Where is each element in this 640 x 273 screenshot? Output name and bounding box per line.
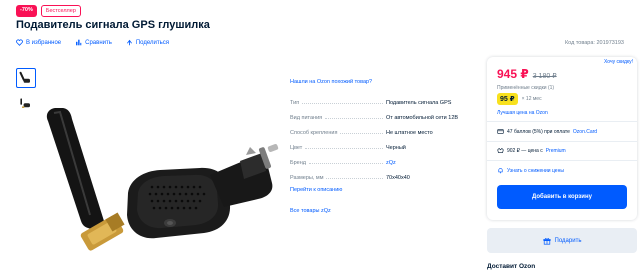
old-price: 3 180 ₽ — [532, 73, 557, 80]
spec-value: От автомобильной сети 12В — [386, 114, 459, 121]
bell-icon — [498, 168, 503, 174]
spec-key: Тип — [290, 100, 386, 106]
spec-key: Цвет — [290, 145, 386, 151]
spec-row-mount: Способ крепления Не штатное место — [290, 125, 462, 140]
product-title: Подавитель сигнала GPS глушилка — [16, 19, 210, 31]
specs-table: Тип Подавитель сигнала GPS Вид питания О… — [290, 95, 462, 185]
badges: -70% Бестселлер — [16, 5, 81, 17]
premium-icon — [497, 147, 504, 153]
ozon-card-link[interactable]: Ozon.Card — [573, 129, 597, 135]
spec-row-power: Вид питания От автомобильной сети 12В — [290, 110, 462, 125]
bonus-row: 47 баллов (5%) при оплате Ozon.Card — [497, 128, 597, 135]
product-main-image[interactable] — [40, 75, 280, 273]
gift-label: Подарить — [554, 237, 582, 244]
card-price-row: 95 ₽ × 12 мес — [497, 93, 542, 105]
spec-key: Размеры, мм — [290, 175, 386, 181]
notify-price-drop: Узнать о снижении цены — [507, 167, 564, 174]
compare-button[interactable]: Сравнить — [75, 39, 112, 46]
divider — [487, 141, 637, 142]
share-label: Поделиться — [135, 39, 169, 46]
share-button[interactable]: Поделиться — [126, 39, 169, 46]
spec-row-brand: Бренд zQz — [290, 155, 462, 170]
applied-discounts[interactable]: Применённые скидки (1) — [497, 85, 554, 91]
heart-icon — [16, 39, 23, 46]
favorite-label: В избранное — [26, 39, 62, 46]
want-discount-link[interactable]: Хочу скидку! — [604, 59, 633, 65]
jammer-thumbnail-image — [19, 71, 30, 83]
notify-row[interactable]: Узнать о снижении цены — [497, 167, 564, 174]
divider — [487, 160, 637, 161]
all-brand-goods-link[interactable]: Все товары zQz — [290, 208, 331, 214]
bonus-card-icon — [497, 129, 504, 134]
spec-row-type: Тип Подавитель сигнала GPS — [290, 95, 462, 110]
thumbnail-2[interactable] — [16, 94, 36, 114]
spec-value: Не штатное место — [386, 129, 433, 136]
spec-value: Подавитель сигнала GPS — [386, 99, 452, 106]
premium-text: 902 ₽ — цена с — [507, 147, 543, 154]
compare-icon — [76, 39, 82, 46]
bonus-text: 47 баллов (5%) при оплате — [507, 128, 570, 135]
spec-key: Бренд — [290, 160, 386, 166]
add-to-cart-button[interactable]: Добавить в корзину — [497, 185, 627, 209]
jammer-thumbnail-image — [20, 98, 30, 108]
best-price-label: Лучшая цена на Ozon — [497, 110, 548, 116]
delivery-title: Доставит Ozon — [487, 263, 536, 270]
thumbnail-1[interactable] — [16, 68, 36, 88]
product-code: Код товара: 201973193 — [564, 40, 624, 46]
bestseller-badge: Бестселлер — [40, 5, 81, 17]
brand-link[interactable]: zQz — [386, 160, 396, 166]
premium-link[interactable]: Premium — [546, 148, 566, 154]
card-price: 95 ₽ — [497, 93, 518, 105]
spec-key: Вид питания — [290, 115, 386, 121]
spec-row-size: Размеры, мм 70x40x40 — [290, 170, 462, 185]
sale-badge: -70% — [16, 5, 37, 17]
spec-value: Черный — [386, 144, 406, 151]
gift-button[interactable]: Подарить — [487, 228, 637, 253]
spec-value: 70x40x40 — [386, 174, 410, 181]
price-card: Хочу скидку! 945 ₽ 3 180 ₽ Применённые с… — [487, 57, 637, 220]
share-icon — [126, 39, 132, 46]
spec-row-color: Цвет Черный — [290, 140, 462, 155]
premium-row: 902 ₽ — цена с Premium — [497, 147, 566, 154]
product-actions: В избранное Сравнить Поделиться — [16, 39, 169, 46]
thumbnail-list — [16, 68, 36, 114]
spec-key: Способ крепления — [290, 130, 386, 136]
favorite-button[interactable]: В избранное — [16, 39, 61, 46]
found-cheaper-link[interactable]: Нашли на Ozon похожий товар? — [290, 79, 372, 85]
divider — [487, 121, 637, 122]
go-to-description-link[interactable]: Перейти к описанию — [290, 187, 342, 193]
price-block: 945 ₽ 3 180 ₽ — [497, 67, 557, 81]
gift-icon — [542, 237, 551, 245]
installment-note: × 12 мес — [521, 96, 542, 102]
compare-label: Сравнить — [85, 39, 112, 46]
current-price: 945 ₽ — [497, 67, 529, 81]
